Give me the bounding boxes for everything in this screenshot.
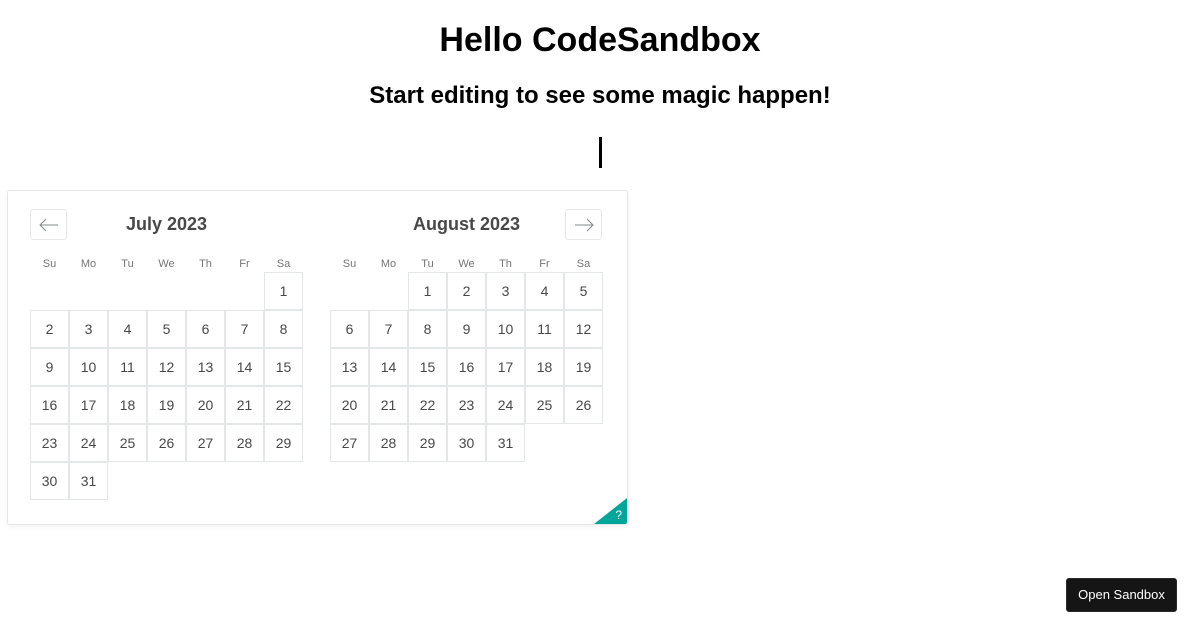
calendar-day[interactable]: 2 — [447, 272, 486, 310]
month-title: July 2023 — [125, 214, 208, 234]
page-subtitle: Start editing to see some magic happen! — [369, 82, 831, 109]
calendar-day[interactable]: 18 — [108, 386, 147, 424]
calendar-day[interactable]: 6 — [330, 310, 369, 348]
weekday-header: Su Mo Tu We Th Fr Sa — [30, 257, 303, 271]
calendar-day[interactable]: 14 — [369, 348, 408, 386]
calendar-day[interactable]: 11 — [108, 348, 147, 386]
calendar-day[interactable]: 5 — [147, 310, 186, 348]
calendar-day[interactable]: 5 — [564, 272, 603, 310]
calendar-day[interactable]: 8 — [264, 310, 303, 348]
weekday-label: We — [158, 258, 175, 270]
calendar-day[interactable]: 26 — [147, 424, 186, 462]
calendar-day[interactable]: 8 — [408, 310, 447, 348]
calendar-day[interactable]: 13 — [186, 348, 225, 386]
calendar-day[interactable]: 3 — [69, 310, 108, 348]
question-mark-icon[interactable]: ? — [615, 508, 622, 522]
calendar-day[interactable]: 29 — [408, 424, 447, 462]
calendar-day[interactable]: 26 — [564, 386, 603, 424]
calendar-day[interactable]: 21 — [369, 386, 408, 424]
weekday-label: Su — [42, 258, 57, 270]
calendar-day[interactable]: 7 — [225, 310, 264, 348]
calendar-day[interactable]: 9 — [30, 348, 69, 386]
calendar-day[interactable]: 2 — [30, 310, 69, 348]
calendar-day[interactable]: 22 — [408, 386, 447, 424]
weekday-label: Tu — [421, 258, 434, 270]
calendar-day[interactable]: 27 — [330, 424, 369, 462]
calendar-day[interactable]: 25 — [108, 424, 147, 462]
calendar-day[interactable]: 25 — [525, 386, 564, 424]
calendar-day[interactable]: 15 — [408, 348, 447, 386]
keyboard-shortcuts-help-button[interactable] — [594, 498, 627, 524]
calendar-day[interactable]: 19 — [564, 348, 603, 386]
calendar-day[interactable]: 1 — [264, 272, 303, 310]
calendar-day[interactable]: 6 — [186, 310, 225, 348]
calendar-day[interactable]: 15 — [264, 348, 303, 386]
calendar-day[interactable]: 30 — [30, 462, 69, 500]
weekday-label: Sa — [276, 258, 291, 270]
calendar-day[interactable]: 20 — [186, 386, 225, 424]
calendar-day[interactable]: 23 — [30, 424, 69, 462]
calendar-day[interactable]: 4 — [108, 310, 147, 348]
calendar-day[interactable]: 21 — [225, 386, 264, 424]
calendar-day[interactable]: 13 — [330, 348, 369, 386]
calendar-day[interactable]: 31 — [69, 462, 108, 500]
weekday-header: Su Mo Tu We Th Fr Sa — [330, 257, 603, 271]
calendar-day[interactable]: 12 — [147, 348, 186, 386]
calendar-day[interactable]: 17 — [69, 386, 108, 424]
calendar-day[interactable]: 12 — [564, 310, 603, 348]
calendar-day[interactable]: 17 — [486, 348, 525, 386]
calendar-day[interactable]: 22 — [264, 386, 303, 424]
calendar-day[interactable]: 20 — [330, 386, 369, 424]
weekday-label: Tu — [121, 258, 134, 270]
calendar-day[interactable]: 1 — [408, 272, 447, 310]
text-cursor — [599, 137, 602, 168]
calendar-day[interactable]: 18 — [525, 348, 564, 386]
calendar-day[interactable]: 10 — [69, 348, 108, 386]
weekday-label: Su — [342, 258, 357, 270]
weekday-label: Fr — [239, 258, 250, 270]
weekday-label: Mo — [80, 258, 97, 270]
calendar-day[interactable]: 3 — [486, 272, 525, 310]
month-title: August 2023 — [412, 214, 521, 234]
calendar-day[interactable]: 24 — [69, 424, 108, 462]
calendar-day[interactable]: 24 — [486, 386, 525, 424]
calendar-day[interactable]: 4 — [525, 272, 564, 310]
calendar-day[interactable]: 10 — [486, 310, 525, 348]
calendar-day[interactable]: 16 — [447, 348, 486, 386]
weekday-label: We — [458, 258, 475, 270]
calendar-day[interactable]: 19 — [147, 386, 186, 424]
calendar-day[interactable]: 31 — [486, 424, 525, 462]
weekday-label: Fr — [539, 258, 550, 270]
calendar-day[interactable]: 29 — [264, 424, 303, 462]
calendar-day[interactable]: 28 — [225, 424, 264, 462]
calendar-day[interactable]: 14 — [225, 348, 264, 386]
calendar-day[interactable]: 9 — [447, 310, 486, 348]
weekday-label: Sa — [576, 258, 591, 270]
calendar-day[interactable]: 30 — [447, 424, 486, 462]
calendar-day[interactable]: 27 — [186, 424, 225, 462]
calendar-day[interactable]: 7 — [369, 310, 408, 348]
calendar-day[interactable]: 23 — [447, 386, 486, 424]
weekday-label: Th — [199, 258, 212, 270]
calendar-day[interactable]: 16 — [30, 386, 69, 424]
date-range-picker: July 2023 Su Mo Tu We Th Fr Sa 123456789… — [7, 190, 628, 525]
page-title: Hello CodeSandbox — [439, 21, 761, 59]
weekday-label: Mo — [380, 258, 397, 270]
calendar-day[interactable]: 11 — [525, 310, 564, 348]
weekday-label: Th — [499, 258, 512, 270]
calendar-day[interactable]: 28 — [369, 424, 408, 462]
open-sandbox-button[interactable]: Open Sandbox — [1066, 578, 1177, 612]
